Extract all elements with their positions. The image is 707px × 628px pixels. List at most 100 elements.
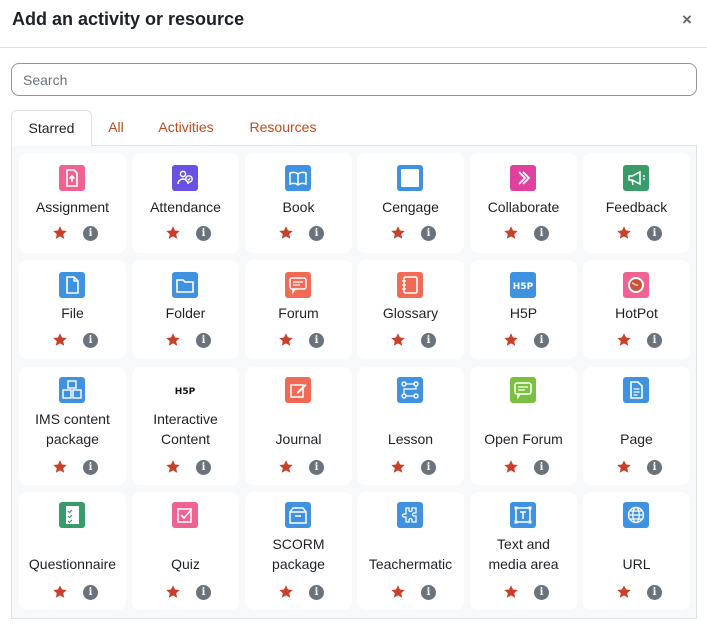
info-icon[interactable]: i: [534, 333, 549, 348]
teachermatic-icon: [397, 502, 423, 528]
activity-item[interactable]: Page i: [583, 367, 690, 485]
activity-item[interactable]: Forum i: [245, 260, 352, 359]
star-icon[interactable]: [52, 225, 68, 241]
info-icon[interactable]: i: [309, 226, 324, 241]
star-icon[interactable]: [165, 459, 181, 475]
activity-item[interactable]: Attendance i: [132, 153, 239, 253]
activity-item[interactable]: Assignment i: [19, 153, 126, 253]
info-icon[interactable]: i: [421, 585, 436, 600]
star-icon[interactable]: [616, 332, 632, 348]
activity-item[interactable]: Journal i: [245, 367, 352, 485]
info-icon[interactable]: i: [421, 226, 436, 241]
activity-label: Content: [160, 431, 211, 447]
activity-label: File: [61, 305, 84, 321]
info-icon[interactable]: i: [196, 226, 211, 241]
star-icon[interactable]: [165, 225, 181, 241]
info-icon[interactable]: i: [83, 585, 98, 600]
dialog-header: Add an activity or resource ×: [0, 0, 707, 48]
info-icon[interactable]: i: [309, 460, 324, 475]
h5p-icon: H5P: [510, 272, 536, 298]
activity-item[interactable]: Open Forum i: [470, 367, 577, 485]
info-icon[interactable]: i: [534, 460, 549, 475]
cengage-icon: [397, 165, 423, 191]
star-icon[interactable]: [165, 584, 181, 600]
activity-item[interactable]: Glossary i: [357, 260, 464, 359]
activity-label: Quiz: [171, 556, 200, 572]
activity-item[interactable]: Folder i: [132, 260, 239, 359]
tab-activities[interactable]: Activities: [147, 110, 225, 146]
assignment-icon: [59, 165, 85, 191]
close-button[interactable]: ×: [675, 8, 699, 32]
star-icon[interactable]: [52, 459, 68, 475]
star-icon[interactable]: [503, 225, 519, 241]
activity-item[interactable]: Lesson i: [357, 367, 464, 485]
activity-label: URL: [622, 556, 651, 572]
star-icon[interactable]: [616, 225, 632, 241]
star-icon[interactable]: [278, 584, 294, 600]
activity-label: Glossary: [382, 305, 439, 321]
info-icon[interactable]: i: [647, 333, 662, 348]
star-icon[interactable]: [52, 584, 68, 600]
search-input[interactable]: [11, 63, 697, 96]
activity-item[interactable]: Quiz i: [132, 492, 239, 610]
activity-item[interactable]: Text and media area i: [470, 492, 577, 610]
activity-item[interactable]: Cengage i: [357, 153, 464, 253]
star-icon[interactable]: [390, 459, 406, 475]
info-icon[interactable]: i: [83, 226, 98, 241]
star-icon[interactable]: [390, 225, 406, 241]
info-icon[interactable]: i: [534, 226, 549, 241]
activity-label: Lesson: [387, 431, 434, 447]
activity-item[interactable]: SCORM package i: [245, 492, 352, 610]
info-icon[interactable]: i: [421, 460, 436, 475]
star-icon[interactable]: [503, 332, 519, 348]
svg-text:H5P: H5P: [175, 387, 196, 397]
activity-label: HotPot: [615, 305, 658, 321]
activity-label: H5P: [509, 305, 538, 321]
star-icon[interactable]: [278, 459, 294, 475]
star-icon[interactable]: [503, 584, 519, 600]
star-icon[interactable]: [390, 332, 406, 348]
info-icon[interactable]: i: [83, 333, 98, 348]
activity-item[interactable]: Collaborate i: [470, 153, 577, 253]
star-icon[interactable]: [616, 459, 632, 475]
info-icon[interactable]: i: [196, 460, 211, 475]
activity-item[interactable]: H5P Interactive Content i: [132, 367, 239, 485]
attendance-icon: [172, 165, 198, 191]
info-icon[interactable]: i: [309, 333, 324, 348]
tab-resources[interactable]: Resources: [239, 110, 327, 146]
activity-item[interactable]: Teachermatic i: [357, 492, 464, 610]
tab-starred[interactable]: Starred: [11, 110, 92, 146]
page-icon: [623, 377, 649, 403]
star-icon[interactable]: [52, 332, 68, 348]
tab-all[interactable]: All: [99, 110, 133, 146]
star-icon[interactable]: [616, 584, 632, 600]
info-icon[interactable]: i: [647, 585, 662, 600]
info-icon[interactable]: i: [534, 585, 549, 600]
activity-item[interactable]: Book i: [245, 153, 352, 253]
forum-icon: [285, 272, 311, 298]
activity-label: Interactive: [153, 411, 218, 427]
info-icon[interactable]: i: [196, 333, 211, 348]
activity-item[interactable]: Feedback i: [583, 153, 690, 253]
activity-label: Open Forum: [484, 431, 563, 447]
info-icon[interactable]: i: [309, 585, 324, 600]
activity-item[interactable]: HotPot i: [583, 260, 690, 359]
activity-item[interactable]: Questionnaire i: [19, 492, 126, 610]
scorm-icon: [285, 502, 311, 528]
info-icon[interactable]: i: [196, 585, 211, 600]
info-icon[interactable]: i: [83, 460, 98, 475]
ims-package-icon: [59, 377, 85, 403]
activity-label: package: [46, 431, 99, 447]
star-icon[interactable]: [390, 584, 406, 600]
info-icon[interactable]: i: [421, 333, 436, 348]
star-icon[interactable]: [278, 332, 294, 348]
info-icon[interactable]: i: [647, 460, 662, 475]
star-icon[interactable]: [503, 459, 519, 475]
star-icon[interactable]: [165, 332, 181, 348]
activity-item[interactable]: H5P H5P i: [470, 260, 577, 359]
activity-item[interactable]: IMS content package i: [19, 367, 126, 485]
info-icon[interactable]: i: [647, 226, 662, 241]
activity-item[interactable]: File i: [19, 260, 126, 359]
activity-item[interactable]: URL i: [583, 492, 690, 610]
star-icon[interactable]: [278, 225, 294, 241]
